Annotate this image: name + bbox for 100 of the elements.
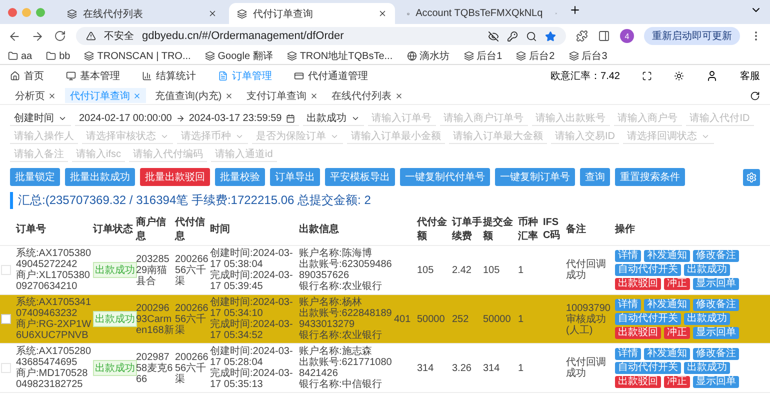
- row-action-button[interactable]: 显示回单: [693, 327, 739, 339]
- select-field[interactable]: 创建时间: [10, 111, 71, 126]
- row-action-button[interactable]: 详情: [615, 299, 641, 311]
- input-field[interactable]: 请输入ifsc: [72, 147, 125, 162]
- page-tab[interactable]: 支付订单查询: [242, 88, 323, 103]
- row-action-button[interactable]: 修改备注: [693, 348, 739, 360]
- nav-icon: [294, 71, 304, 81]
- row-checkbox[interactable]: [1, 265, 11, 275]
- input-field[interactable]: 请输入出款账号: [532, 111, 610, 126]
- action-button[interactable]: 批量出款成功: [65, 168, 135, 186]
- row-checkbox[interactable]: [1, 314, 11, 324]
- row-action-button[interactable]: 显示回单: [693, 278, 739, 290]
- browser-tab[interactable]: 在线代付列表: [59, 3, 225, 24]
- row-action-button[interactable]: 自动代付开关: [615, 264, 681, 276]
- row-action-button[interactable]: 出款驳回: [615, 278, 661, 290]
- site-icon: [84, 51, 94, 61]
- profile-avatar[interactable]: 4: [620, 29, 634, 43]
- table-row[interactable]: [0, 295, 770, 344]
- table-row[interactable]: [0, 344, 770, 393]
- row-action-button[interactable]: 详情: [615, 348, 641, 360]
- table-cell-text: 2.42: [452, 264, 472, 276]
- row-action-button[interactable]: 出款驳回: [615, 327, 661, 339]
- close-window-dot[interactable]: [8, 8, 17, 16]
- action-button[interactable]: 重置搜索条件: [615, 168, 685, 186]
- column-header: 时间: [210, 222, 231, 236]
- action-button[interactable]: 一键复制订单号: [495, 168, 575, 186]
- bookmark[interactable]: TRONSCAN | TRO...: [84, 50, 191, 62]
- row-action-button[interactable]: 自动代付开关: [615, 313, 681, 325]
- input-field[interactable]: 请输入交易ID: [551, 129, 619, 144]
- nav-item[interactable]: 订单管理: [218, 69, 272, 83]
- select-field[interactable]: 请选择回调状态: [623, 129, 714, 144]
- input-field[interactable]: 请输入订单最小金额: [347, 129, 445, 144]
- row-action-button[interactable]: 出款成功: [684, 313, 730, 325]
- user-avatar-icon: [706, 70, 718, 82]
- bookmark[interactable]: TRON地址TQBsTe...: [286, 49, 393, 63]
- row-checkbox[interactable]: [1, 363, 11, 373]
- row-action-button[interactable]: 修改备注: [693, 299, 739, 311]
- browser-tab[interactable]: 代付订单查询: [229, 3, 395, 24]
- row-action-button[interactable]: 显示回单: [693, 376, 739, 388]
- page-tab[interactable]: 充值查询(内充): [150, 88, 238, 103]
- url-text: gdbyedu.cn/#/Ordermanagement/dfOrder: [142, 30, 344, 42]
- select-field[interactable]: 请选择币种: [177, 129, 248, 144]
- row-action-button[interactable]: 出款成功: [684, 362, 730, 374]
- action-button[interactable]: 批量锁定: [10, 168, 60, 186]
- bookmark[interactable]: 后台3: [568, 49, 608, 63]
- bookmark-star-icon[interactable]: [545, 30, 556, 42]
- bookmark[interactable]: 后台2: [516, 49, 555, 63]
- row-action-button[interactable]: 补发通知: [644, 250, 690, 262]
- settings-button[interactable]: [743, 168, 760, 186]
- nav-item[interactable]: 结算统计: [142, 69, 196, 83]
- row-action-button[interactable]: 冲正: [664, 327, 690, 339]
- date-range-field[interactable]: 2024-02-17 00:00:00 2024-03-17 23:59:59: [75, 111, 299, 126]
- input-field[interactable]: 请输入订单最大金额: [449, 129, 547, 144]
- row-action-button[interactable]: 冲正: [664, 278, 690, 290]
- row-action-button[interactable]: 详情: [615, 250, 641, 262]
- table-row[interactable]: [0, 246, 770, 295]
- select-field[interactable]: 出款成功: [302, 111, 364, 126]
- nav-item[interactable]: 首页: [10, 69, 44, 83]
- action-button[interactable]: 订单导出: [270, 168, 320, 186]
- page-tab[interactable]: 分析页: [10, 88, 61, 103]
- row-action-button[interactable]: 补发通知: [644, 348, 690, 360]
- select-field[interactable]: 请选择审核状态: [82, 129, 173, 144]
- maximize-window-dot[interactable]: [36, 8, 45, 16]
- bookmark[interactable]: bb: [46, 50, 70, 62]
- row-action-button[interactable]: 修改备注: [693, 250, 739, 262]
- action-button[interactable]: 批量校验: [215, 168, 265, 186]
- bookmark[interactable]: aa: [8, 50, 32, 62]
- input-field[interactable]: 请输入订单号: [368, 111, 436, 126]
- input-field[interactable]: 请输入通道id: [211, 147, 277, 162]
- row-action-button[interactable]: 自动代付开关: [615, 362, 681, 374]
- input-field[interactable]: 请输入商户号: [614, 111, 682, 126]
- action-button[interactable]: 查询: [580, 168, 610, 186]
- input-field[interactable]: 请输入代付ID: [686, 111, 754, 126]
- action-button[interactable]: 批量出款驳回: [140, 168, 210, 186]
- calendar-icon: [286, 114, 295, 122]
- minimize-window-dot[interactable]: [22, 8, 31, 16]
- address-bar[interactable]: 不安全 gdbyedu.cn/#/Ordermanagement/dfOrder: [76, 27, 566, 45]
- tab-favicon-icon: [237, 8, 247, 18]
- nav-item[interactable]: 基本管理: [66, 69, 120, 83]
- input-field[interactable]: 请输入商户订单号: [440, 111, 528, 126]
- input-field[interactable]: 请输入备注: [10, 147, 68, 162]
- browser-tab[interactable]: Account TQBsTeFMXQkNLq: [399, 3, 565, 24]
- bookmark[interactable]: 后台1: [464, 49, 502, 63]
- select-field[interactable]: 是否为保险订单: [252, 129, 343, 144]
- action-button[interactable]: 平安模板导出: [325, 168, 395, 186]
- page-tab[interactable]: 在线代付列表: [326, 88, 408, 103]
- input-field[interactable]: 请输入代付编码: [129, 147, 207, 162]
- input-field[interactable]: 请输入操作人: [10, 129, 78, 144]
- table-cell-text: 10093790审核成功(人工): [566, 302, 612, 336]
- update-button[interactable]: 重新启动即可更新: [644, 27, 740, 45]
- row-action-button[interactable]: 出款驳回: [615, 376, 661, 388]
- nav-item[interactable]: 代付通道管理: [294, 69, 368, 83]
- row-action-button[interactable]: 出款成功: [684, 264, 730, 276]
- row-action-button[interactable]: 冲正: [664, 376, 690, 388]
- page-tab[interactable]: 代付订单查询: [65, 88, 146, 103]
- bookmark[interactable]: Google 翻译: [204, 49, 273, 63]
- nav-icon: [218, 71, 228, 81]
- row-action-button[interactable]: 补发通知: [644, 299, 690, 311]
- bookmark[interactable]: 滴水坊: [406, 49, 450, 63]
- action-button[interactable]: 一键复制代付单号: [400, 168, 490, 186]
